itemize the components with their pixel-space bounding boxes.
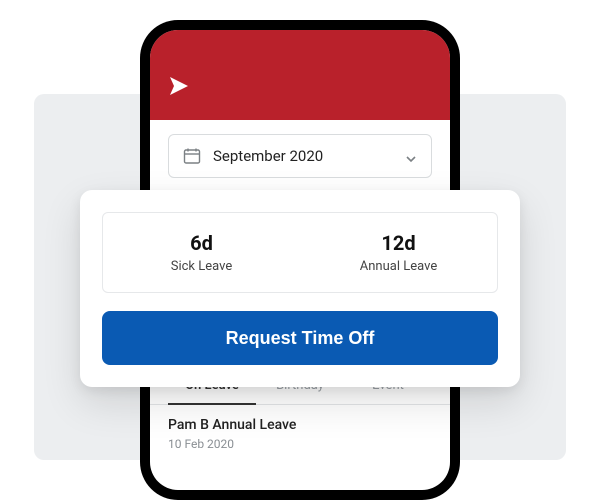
balance-label: Sick Leave	[103, 259, 300, 274]
balance-row: 6d Sick Leave 12d Annual Leave	[102, 212, 498, 293]
balance-sick-leave: 6d Sick Leave	[103, 231, 300, 274]
balance-annual-leave: 12d Annual Leave	[300, 231, 497, 274]
app-header	[150, 30, 450, 120]
list-item[interactable]: Pam B Annual Leave 10 Feb 2020	[168, 405, 432, 457]
balance-value: 6d	[103, 231, 300, 255]
list-item-title: Pam B Annual Leave	[168, 417, 432, 433]
request-time-off-button[interactable]: Request Time Off	[102, 311, 498, 365]
month-picker[interactable]: September 2020	[168, 134, 432, 178]
app-logo-icon	[168, 74, 196, 98]
month-picker-label: September 2020	[213, 147, 393, 165]
calendar-icon	[183, 147, 201, 165]
balance-value: 12d	[300, 231, 497, 255]
chevron-down-icon	[405, 150, 417, 162]
balance-label: Annual Leave	[300, 259, 497, 274]
request-button-label: Request Time Off	[226, 328, 375, 348]
list-item-date: 10 Feb 2020	[168, 437, 432, 451]
balance-card: 6d Sick Leave 12d Annual Leave Request T…	[80, 190, 520, 387]
